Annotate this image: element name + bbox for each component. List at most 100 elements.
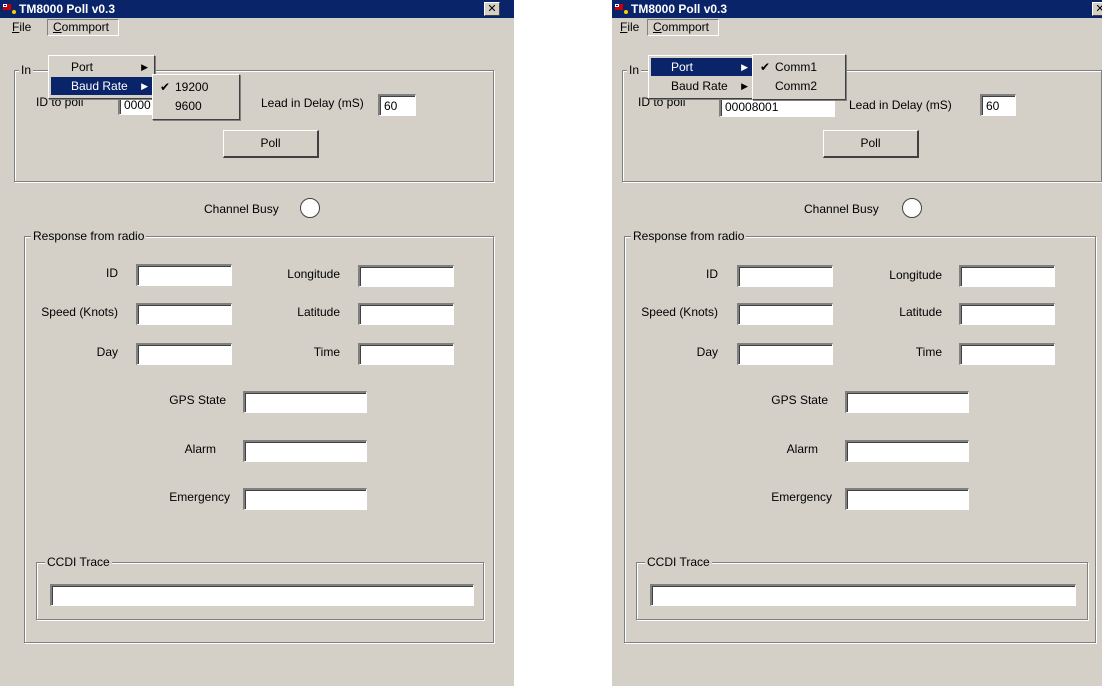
gps-state-label: GPS State (771, 393, 828, 407)
check-icon: ✔ (760, 60, 771, 74)
day-label: Day (96, 345, 118, 359)
channel-busy-label: Channel Busy (204, 202, 279, 216)
app-flag-icon (615, 4, 628, 14)
response-group-label: Response from radio (31, 229, 147, 243)
lead-delay-value: 60 (384, 99, 398, 113)
baud-option-9600[interactable]: 9600 (155, 97, 237, 115)
menu-file-label: ile (627, 20, 640, 34)
poll-button[interactable]: Poll (823, 130, 919, 158)
baud-option-19200-label: 19200 (175, 80, 209, 94)
app-window-left: TM8000 Poll v0.3 ✕ File Commport In ID t… (0, 0, 514, 686)
id-field[interactable] (136, 264, 232, 286)
id-to-poll-value: 0000 (124, 98, 151, 112)
latitude-label: Latitude (899, 305, 942, 319)
menu-file[interactable]: File (620, 19, 639, 36)
lead-delay-value: 60 (986, 99, 1000, 113)
port-option-comm2-label: Comm2 (775, 79, 818, 93)
longitude-label: Longitude (889, 268, 942, 282)
menu-item-baud-rate-label: Baud Rate (71, 79, 128, 93)
menu-commport-mnemonic: C (53, 20, 62, 34)
input-group-label: In (627, 63, 642, 77)
poll-button[interactable]: Poll (223, 130, 319, 158)
poll-button-label: Poll (260, 136, 281, 150)
id-to-poll-value: 00008001 (725, 100, 779, 114)
ccdi-group-label: CCDI Trace (45, 555, 112, 569)
menu-item-port[interactable]: Port ▶ (651, 58, 752, 76)
window-title: TM8000 Poll v0.3 (631, 2, 728, 16)
speed-field[interactable] (737, 303, 833, 325)
menu-item-baud-rate-label: Baud Rate (671, 79, 728, 93)
port-option-comm1[interactable]: ✔ Comm1 (755, 58, 843, 76)
close-button[interactable]: ✕ (484, 2, 500, 16)
submenu-arrow-icon: ▶ (741, 62, 748, 72)
menu-bar: File Commport (0, 18, 514, 38)
lead-delay-label: Lead in Delay (mS) (849, 98, 952, 112)
menu-commport[interactable]: Commport (647, 19, 719, 36)
baud-rate-submenu: ✔ 19200 9600 (152, 74, 240, 120)
close-button[interactable]: ✕ (1092, 2, 1102, 16)
day-label: Day (696, 345, 718, 359)
time-label: Time (313, 345, 340, 359)
ccdi-trace-field[interactable] (650, 584, 1076, 606)
submenu-arrow-icon: ▶ (741, 81, 748, 91)
menu-item-baud-rate[interactable]: Baud Rate ▶ (651, 77, 752, 95)
menu-commport-label: ommport (661, 20, 710, 34)
submenu-arrow-icon: ▶ (141, 81, 148, 91)
speed-label: Speed (Knots) (641, 305, 718, 319)
baud-option-9600-label: 9600 (175, 99, 202, 113)
port-submenu: ✔ Comm1 Comm2 (752, 54, 846, 100)
lead-delay-input[interactable]: 60 (378, 94, 416, 116)
speed-label: Speed (Knots) (41, 305, 118, 319)
alarm-label: Alarm (184, 442, 216, 456)
close-icon: ✕ (487, 3, 497, 15)
menu-bar: File Commport (612, 18, 1102, 38)
channel-busy-label: Channel Busy (804, 202, 879, 216)
check-icon: ✔ (160, 80, 171, 94)
title-bar: TM8000 Poll v0.3 ✕ (0, 0, 514, 18)
time-field[interactable] (358, 343, 454, 365)
menu-commport[interactable]: Commport (47, 19, 119, 36)
window-title: TM8000 Poll v0.3 (19, 2, 116, 16)
app-window-right: TM8000 Poll v0.3 ✕ File Commport In ID t… (612, 0, 1102, 686)
title-bar: TM8000 Poll v0.3 ✕ (612, 0, 1102, 18)
day-field[interactable] (136, 343, 232, 365)
id-label: ID (706, 267, 718, 281)
longitude-label: Longitude (287, 267, 340, 281)
day-field[interactable] (737, 343, 833, 365)
gps-state-field[interactable] (845, 391, 969, 413)
lead-delay-input[interactable]: 60 (980, 94, 1016, 116)
time-field[interactable] (959, 343, 1055, 365)
channel-busy-indicator (902, 198, 922, 218)
lead-delay-label: Lead in Delay (mS) (261, 96, 364, 110)
baud-option-19200[interactable]: ✔ 19200 (155, 78, 237, 96)
longitude-field[interactable] (959, 265, 1055, 287)
port-option-comm2[interactable]: Comm2 (755, 77, 843, 95)
longitude-field[interactable] (358, 265, 454, 287)
channel-busy-indicator (300, 198, 320, 218)
emergency-label: Emergency (169, 490, 230, 504)
app-flag-icon (3, 4, 16, 14)
port-option-comm1-label: Comm1 (775, 60, 818, 74)
gps-state-field[interactable] (243, 391, 367, 413)
latitude-field[interactable] (959, 303, 1055, 325)
commport-menu: Port ▶ Baud Rate ▶ (648, 55, 755, 99)
id-field[interactable] (737, 265, 833, 287)
input-group-label: In (19, 63, 34, 77)
alarm-field[interactable] (845, 440, 969, 462)
id-label: ID (106, 266, 118, 280)
ccdi-group-label: CCDI Trace (645, 555, 712, 569)
menu-item-port-label: Port (671, 60, 694, 74)
close-icon: ✕ (1095, 3, 1102, 15)
alarm-field[interactable] (243, 440, 367, 462)
menu-item-port[interactable]: Port ▶ (51, 58, 152, 76)
latitude-field[interactable] (358, 303, 454, 325)
menu-file[interactable]: File (12, 19, 31, 36)
emergency-field[interactable] (845, 488, 969, 510)
menu-item-port-label: Port (71, 60, 94, 74)
speed-field[interactable] (136, 303, 232, 325)
emergency-field[interactable] (243, 488, 367, 510)
submenu-arrow-icon: ▶ (141, 62, 148, 72)
ccdi-trace-field[interactable] (50, 584, 474, 606)
menu-item-baud-rate[interactable]: Baud Rate ▶ (51, 77, 152, 95)
response-group-label: Response from radio (631, 229, 747, 243)
